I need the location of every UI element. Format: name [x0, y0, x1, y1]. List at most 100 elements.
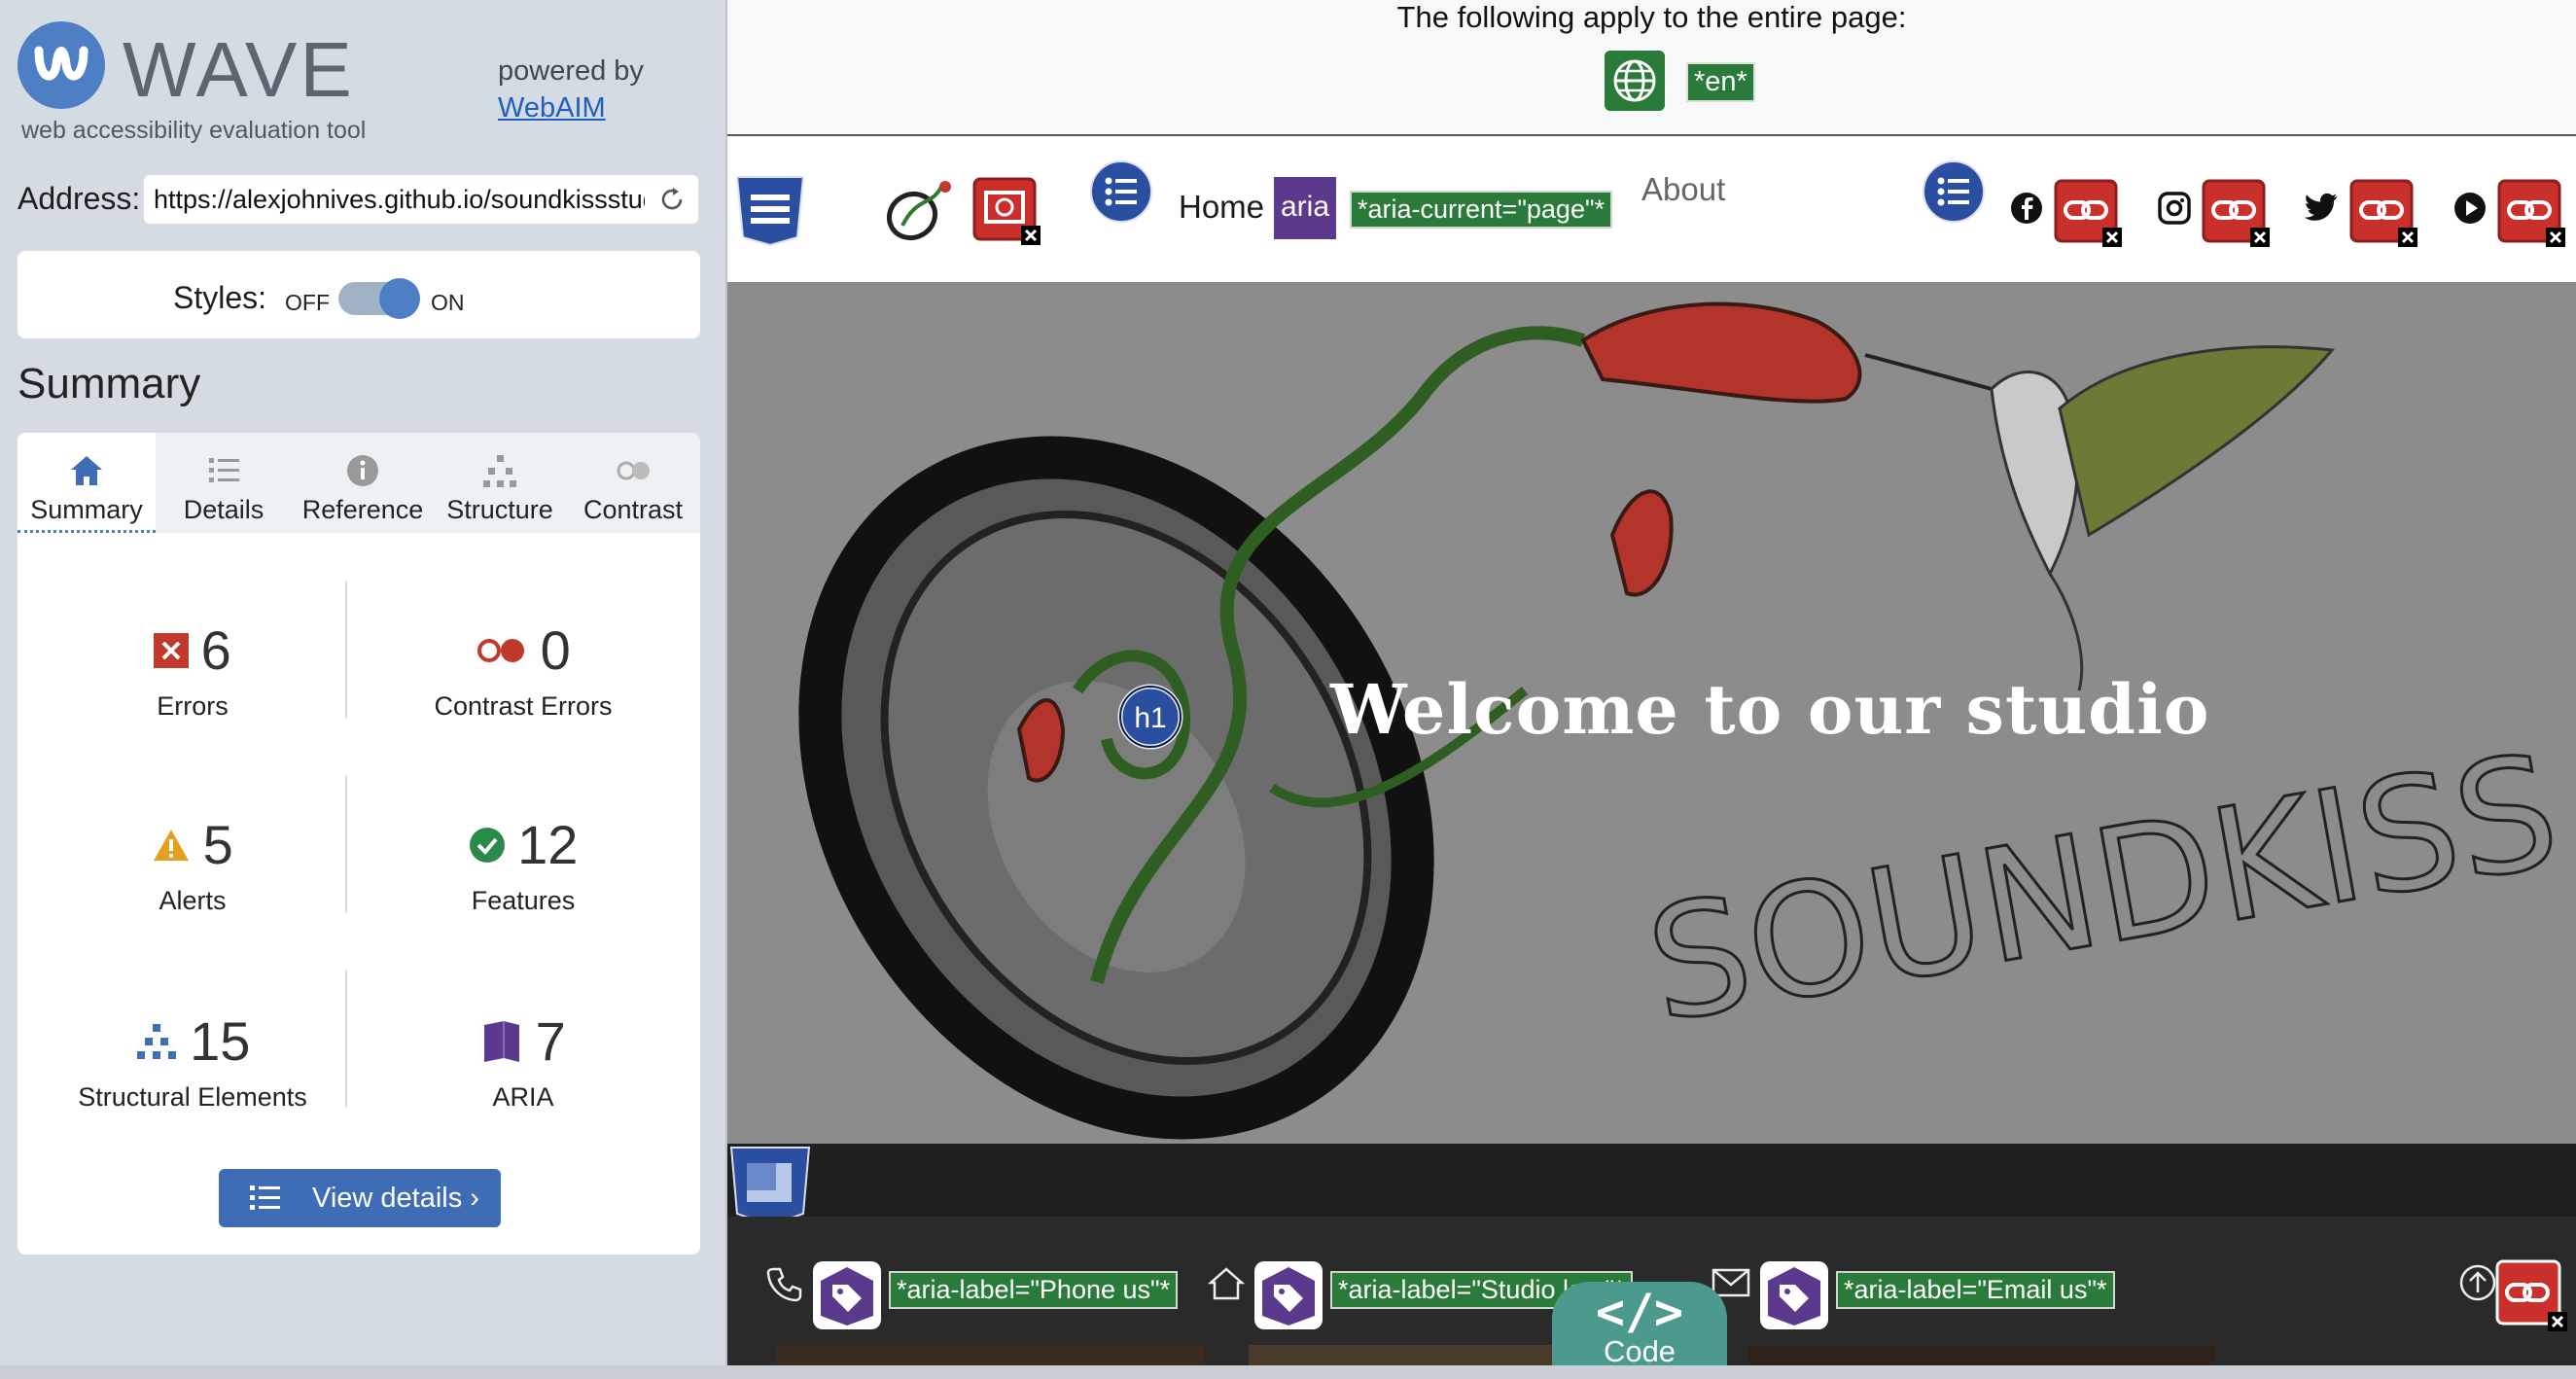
- alert-icon: [154, 829, 190, 861]
- stat-contrast-errors[interactable]: 0 Contrast Errors: [363, 619, 684, 722]
- empty-link-error-icon[interactable]: [2495, 1259, 2569, 1333]
- app-tagline: web accessibility evaluation tool: [21, 117, 367, 144]
- image-link-error-icon[interactable]: [972, 177, 1042, 247]
- styles-label: Styles:: [173, 280, 267, 315]
- code-label: Code: [1603, 1334, 1676, 1368]
- info-icon: [347, 455, 378, 486]
- error-icon: [154, 632, 190, 668]
- stat-errors[interactable]: 6 Errors: [32, 619, 353, 722]
- nav-home-link[interactable]: Home: [1179, 189, 1264, 226]
- tab-label: Details: [183, 495, 265, 524]
- powered-by-label: powered by: [498, 55, 644, 87]
- phone-icon[interactable]: [766, 1265, 803, 1302]
- phone-aria-label-tag: *aria-label="Phone us"*: [889, 1271, 1179, 1309]
- structural-count: 15: [190, 1010, 251, 1072]
- aria-label-icon[interactable]: [811, 1259, 883, 1331]
- features-label: Features: [471, 886, 576, 915]
- tab-summary[interactable]: Summary: [18, 433, 156, 533]
- address-value[interactable]: https://alexjohnives.github.io/soundkiss…: [154, 185, 645, 215]
- home-icon[interactable]: [1208, 1265, 1245, 1302]
- language-tag: *en*: [1686, 62, 1755, 102]
- hierarchy-icon: [483, 455, 516, 487]
- contrast-error-icon: [477, 638, 525, 662]
- tab-details[interactable]: Details: [156, 433, 292, 533]
- empty-link-error-icon[interactable]: [2202, 179, 2272, 249]
- view-details-label: View details ›: [312, 1183, 479, 1214]
- page-preview: The following apply to the entire page: …: [727, 0, 2576, 1379]
- stat-alerts[interactable]: 5 Alerts: [32, 813, 353, 916]
- summary-panel: 6 Errors 0 Contrast Errors 5 Alerts 12 F…: [18, 533, 700, 1255]
- wave-logo-icon: [34, 46, 88, 81]
- twitter-icon[interactable]: [2305, 193, 2340, 224]
- structure-icon: [136, 1023, 176, 1059]
- features-count: 12: [517, 814, 579, 875]
- styles-toggle[interactable]: [338, 278, 420, 319]
- styles-panel: Styles: OFF ON: [18, 251, 700, 338]
- list-feature-icon[interactable]: [1922, 159, 1986, 224]
- reload-icon[interactable]: [657, 185, 687, 214]
- errors-count: 6: [200, 619, 231, 681]
- list-icon: [250, 1185, 280, 1210]
- structural-label: Structural Elements: [78, 1082, 307, 1112]
- summary-heading: Summary: [18, 360, 201, 407]
- empty-link-error-icon[interactable]: [2497, 179, 2567, 249]
- aria-icon: [484, 1020, 520, 1062]
- hero-title: Welcome to our studio: [1330, 669, 2210, 750]
- aria-current-tag: *aria-current="page"*: [1350, 191, 1613, 229]
- aria-label-icon[interactable]: [1253, 1259, 1324, 1331]
- h1-heading-icon[interactable]: h1: [1116, 683, 1184, 751]
- tab-structure[interactable]: Structure: [434, 433, 566, 533]
- instagram-icon[interactable]: [2157, 191, 2192, 226]
- facebook-icon[interactable]: [2009, 191, 2044, 226]
- powered-by: powered by WebAIM: [498, 53, 644, 126]
- styles-on-label: ON: [431, 290, 465, 315]
- home-icon: [71, 456, 102, 485]
- site-logo-icon[interactable]: [883, 177, 961, 245]
- view-details-button[interactable]: View details ›: [219, 1169, 501, 1227]
- empty-link-error-icon[interactable]: [2349, 179, 2419, 249]
- styles-off-label: OFF: [285, 290, 330, 315]
- play-icon[interactable]: [2452, 191, 2488, 226]
- nav-about-link[interactable]: About: [1641, 171, 1725, 208]
- code-toggle-button[interactable]: </> Code: [1552, 1282, 1727, 1379]
- list-feature-icon[interactable]: [1089, 159, 1153, 224]
- address-label: Address:: [18, 181, 141, 216]
- scroll-top-icon[interactable]: [2458, 1263, 2497, 1302]
- page-note-text: The following apply to the entire page:: [1396, 0, 1907, 34]
- email-aria-label-tag: *aria-label="Email us"*: [1836, 1271, 2115, 1309]
- wave-sidebar: WAVE web accessibility evaluation tool p…: [0, 0, 727, 1379]
- empty-link-error-icon[interactable]: [2054, 179, 2124, 249]
- tab-reference[interactable]: Reference: [292, 433, 434, 533]
- aria-badge-icon[interactable]: aria: [1274, 177, 1336, 239]
- check-circle-icon: [469, 827, 505, 863]
- section-divider-bar: [727, 1144, 2576, 1227]
- tab-contrast[interactable]: Contrast: [566, 433, 700, 533]
- address-input[interactable]: https://alexjohnives.github.io/soundkiss…: [144, 175, 698, 224]
- alerts-label: Alerts: [159, 886, 227, 915]
- h1-label: h1: [1134, 702, 1166, 734]
- aria-label: ARIA: [492, 1082, 554, 1112]
- aria-label-icon[interactable]: [1758, 1259, 1830, 1331]
- alerts-count: 5: [202, 814, 233, 875]
- header-landmark-icon[interactable]: [735, 175, 805, 247]
- stat-features[interactable]: 12 Features: [363, 813, 684, 916]
- stat-structural[interactable]: 15 Structural Elements: [32, 1009, 353, 1113]
- contrast-errors-label: Contrast Errors: [434, 691, 613, 721]
- window-bottom-edge: [0, 1365, 2576, 1379]
- soundkiss-logo-text: SOUNDKISS: [1636, 720, 2570, 1058]
- webaim-link[interactable]: WebAIM: [498, 89, 644, 126]
- toggle-knob[interactable]: [379, 278, 420, 319]
- tab-label: Summary: [30, 495, 143, 524]
- app-title: WAVE: [123, 26, 355, 113]
- page-level-notes: The following apply to the entire page: …: [727, 0, 2576, 136]
- globe-icon[interactable]: [1605, 51, 1665, 111]
- footer-landmark-icon[interactable]: [729, 1146, 811, 1227]
- wave-logo: [18, 21, 105, 109]
- aria-count: 7: [535, 1010, 566, 1072]
- hero-section: SOUNDKISS h1 Welcome to our studio: [727, 282, 2576, 1144]
- errors-label: Errors: [157, 691, 229, 721]
- site-navigation: Home aria *aria-current="page"* About: [727, 136, 2576, 282]
- stat-aria[interactable]: 7 ARIA: [363, 1009, 684, 1113]
- tab-label: Contrast: [582, 495, 684, 524]
- list-icon: [209, 458, 239, 482]
